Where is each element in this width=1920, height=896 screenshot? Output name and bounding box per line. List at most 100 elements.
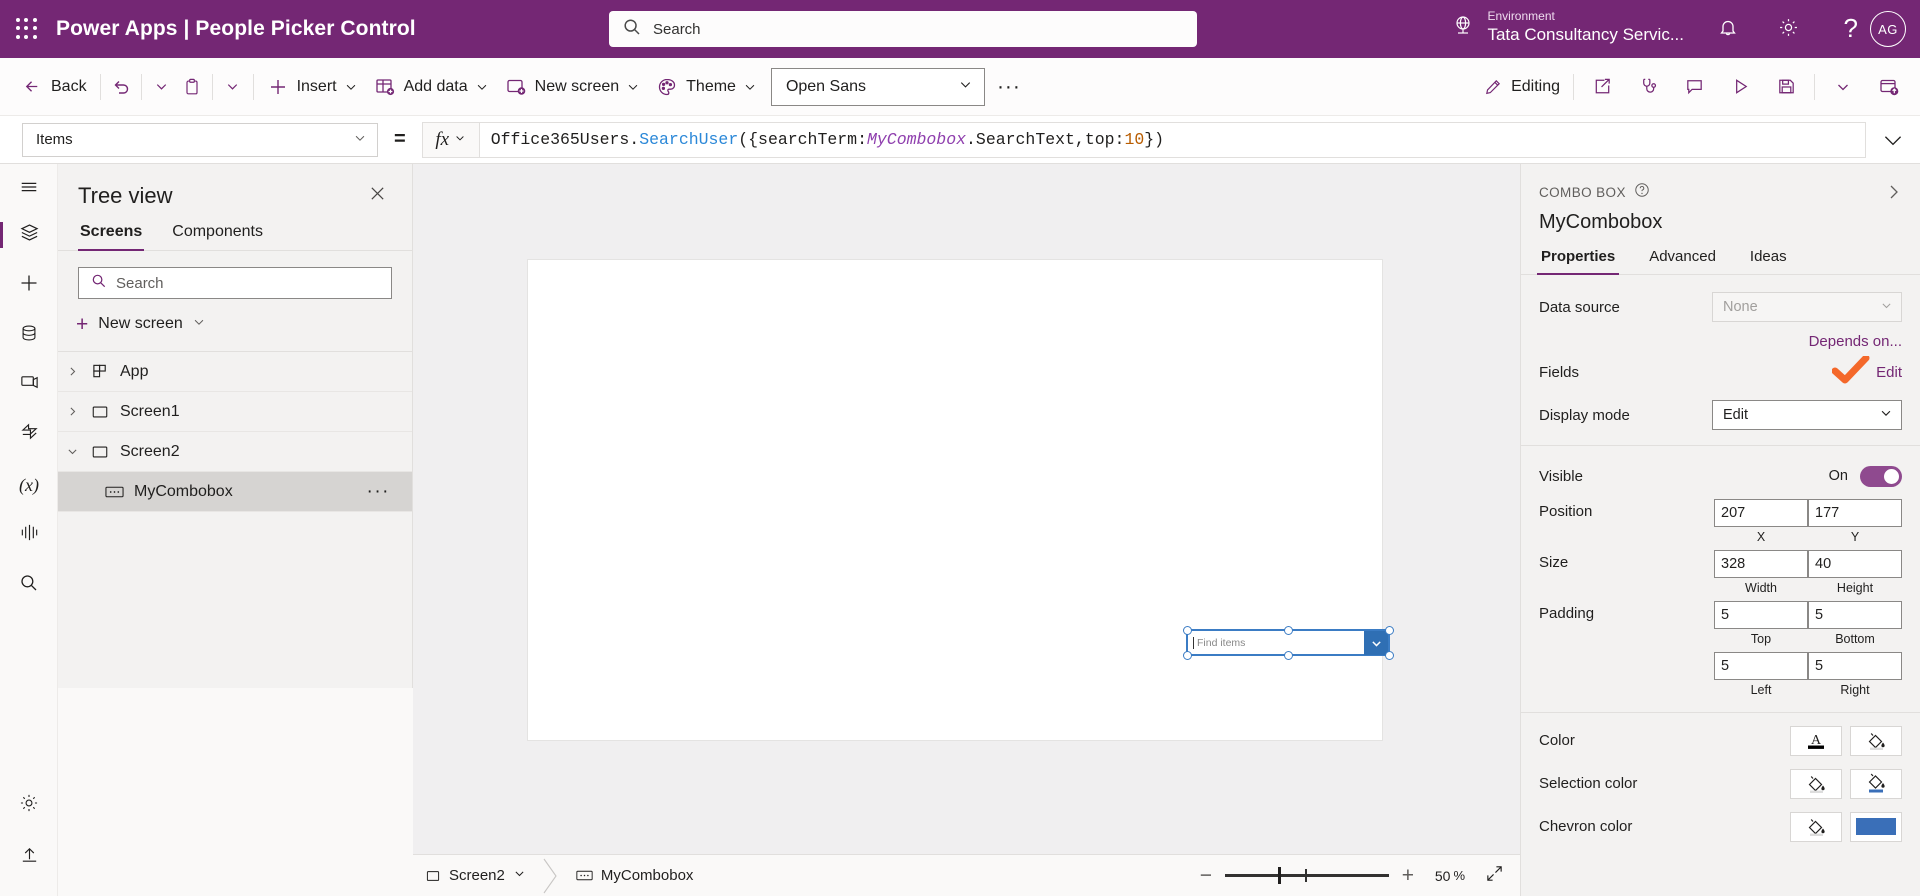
expand-diagonal-icon[interactable] <box>1479 864 1510 888</box>
plus-icon[interactable]: + <box>1393 861 1423 891</box>
sidebar-item-variables[interactable]: (x) <box>0 460 58 510</box>
share-icon[interactable] <box>1579 67 1625 107</box>
left-rail: (x) <box>0 164 58 896</box>
clipboard-paste-icon[interactable] <box>177 70 207 104</box>
question-circle-icon[interactable] <box>1634 182 1650 203</box>
canvas-area[interactable]: Find items <box>413 164 1520 854</box>
tab-screens[interactable]: Screens <box>78 217 145 251</box>
sidebar-item-components[interactable] <box>0 510 58 560</box>
sidebar-item-settings[interactable] <box>0 780 58 830</box>
size-width-input[interactable]: 328 <box>1714 550 1808 578</box>
environment-selector[interactable]: Environment Tata Consultancy Servic... <box>1451 8 1684 46</box>
editing-mode-button[interactable]: Editing <box>1475 67 1568 107</box>
breadcrumb-control[interactable]: MyCombobox <box>564 855 706 896</box>
font-color-A-icon[interactable]: A <box>1790 725 1842 756</box>
paint-bucket-blue-underline-icon[interactable] <box>1850 768 1902 799</box>
tab-advanced[interactable]: Advanced <box>1647 248 1718 274</box>
waffle-grid-icon[interactable] <box>16 18 38 40</box>
paste-dropdown-chevron-down-icon[interactable] <box>218 70 248 104</box>
formula-input[interactable]: Office365Users. SearchUser ({searchTerm: My… <box>479 121 1866 158</box>
resize-handle-bottom-right[interactable] <box>1384 650 1394 660</box>
tab-ideas[interactable]: Ideas <box>1748 248 1789 274</box>
sidebar-item-media[interactable] <box>0 360 58 410</box>
tree-item-mycombobox[interactable]: MyCombobox ··· <box>58 472 412 512</box>
display-mode-select[interactable]: Edit <box>1712 400 1902 430</box>
chevron-down-icon[interactable] <box>513 867 526 884</box>
insert-button[interactable]: Insert <box>259 67 366 107</box>
chevron-right-icon[interactable] <box>58 405 86 418</box>
resize-handle-bottom-left[interactable] <box>1182 650 1192 660</box>
save-dropdown-chevron-down-icon[interactable] <box>1820 67 1866 107</box>
fx-button[interactable]: fx <box>421 121 480 158</box>
depends-on-link[interactable]: Depends on... <box>1809 333 1902 350</box>
undo-dropdown-chevron-down-icon[interactable] <box>147 70 177 104</box>
bell-icon[interactable] <box>1717 16 1739 38</box>
sidebar-item-tree-view[interactable] <box>0 210 58 260</box>
visible-toggle[interactable] <box>1860 465 1902 487</box>
formula-token-property: .SearchText,top: <box>966 130 1125 149</box>
command-overflow-button[interactable]: ··· <box>985 70 1033 104</box>
back-button[interactable]: Back <box>14 67 95 107</box>
publish-cloud-icon[interactable] <box>1866 67 1912 107</box>
question-mark-icon[interactable]: ? <box>1844 13 1858 44</box>
close-icon[interactable] <box>363 182 392 209</box>
stethoscope-icon[interactable] <box>1625 67 1671 107</box>
new-screen-button[interactable]: New screen <box>497 67 648 107</box>
components-icon <box>19 522 40 548</box>
zoom-slider-knob[interactable] <box>1277 867 1281 884</box>
screen-icon <box>425 868 441 884</box>
undo-icon[interactable] <box>106 70 136 104</box>
sidebar-item-power-automate[interactable] <box>0 410 58 460</box>
theme-button[interactable]: Theme <box>648 67 765 107</box>
sidebar-item-insert[interactable] <box>0 260 58 310</box>
chevron-down-icon[interactable] <box>58 445 86 458</box>
global-search-input[interactable]: Search <box>609 11 1197 47</box>
paint-bucket-icon[interactable] <box>1790 768 1842 799</box>
resize-handle-top-right[interactable] <box>1384 625 1394 635</box>
zoom-slider[interactable] <box>1224 861 1389 891</box>
breadcrumb-screen[interactable]: Screen2 <box>413 855 538 896</box>
add-data-button[interactable]: Add data <box>366 67 497 107</box>
padding-bottom-input[interactable]: 5 <box>1808 601 1902 629</box>
tree-item-more-button[interactable]: ··· <box>367 481 390 503</box>
combobox-control-selected[interactable]: Find items <box>1182 625 1394 660</box>
hamburger-menu-icon[interactable] <box>0 164 58 210</box>
data-source-select[interactable]: None <box>1712 292 1902 322</box>
minus-icon[interactable]: − <box>1191 861 1221 891</box>
property-select[interactable]: Items <box>22 122 378 157</box>
tree-item-app[interactable]: App <box>58 352 412 392</box>
padding-right-input[interactable]: 5 <box>1808 652 1902 680</box>
panel-expand-chevron-right-icon[interactable] <box>1884 182 1904 207</box>
sidebar-item-search[interactable] <box>0 560 58 610</box>
tree-view-search-input[interactable]: Search <box>78 267 392 299</box>
formula-bar-collapse-chevron-down-icon[interactable] <box>1866 118 1920 162</box>
size-height-input[interactable]: 40 <box>1808 550 1902 578</box>
new-screen-button[interactable]: + New screen <box>72 307 392 341</box>
paint-bucket-icon[interactable] <box>1790 811 1842 842</box>
position-y-input[interactable]: 177 <box>1808 499 1902 527</box>
padding-top-input[interactable]: 5 <box>1714 601 1808 629</box>
gear-icon[interactable] <box>1777 16 1800 39</box>
tree-item-screen1[interactable]: Screen1 <box>58 392 412 432</box>
resize-handle-top-center[interactable] <box>1283 625 1293 635</box>
chevron-down-icon[interactable] <box>1364 631 1388 656</box>
resize-handle-top-left[interactable] <box>1182 625 1192 635</box>
chevron-right-icon[interactable] <box>58 365 86 378</box>
font-family-select[interactable]: Open Sans <box>770 67 985 106</box>
sidebar-item-data[interactable] <box>0 310 58 360</box>
save-disk-icon[interactable] <box>1763 67 1809 107</box>
fields-edit-link[interactable]: Edit <box>1876 364 1902 381</box>
chevron-color-swatch[interactable] <box>1850 811 1902 842</box>
tree-item-screen2[interactable]: Screen2 <box>58 432 412 472</box>
paint-bucket-icon[interactable] <box>1850 725 1902 756</box>
tab-properties[interactable]: Properties <box>1536 248 1620 275</box>
app-screen-canvas[interactable]: Find items <box>528 260 1394 740</box>
play-icon[interactable] <box>1717 67 1763 107</box>
sidebar-item-publish[interactable] <box>0 832 58 882</box>
position-x-input[interactable]: 207 <box>1714 499 1808 527</box>
resize-handle-bottom-center[interactable] <box>1283 650 1293 660</box>
comment-icon[interactable] <box>1671 67 1717 107</box>
padding-left-input[interactable]: 5 <box>1714 652 1808 680</box>
avatar[interactable]: AG <box>1870 11 1906 47</box>
tab-components[interactable]: Components <box>170 217 265 250</box>
